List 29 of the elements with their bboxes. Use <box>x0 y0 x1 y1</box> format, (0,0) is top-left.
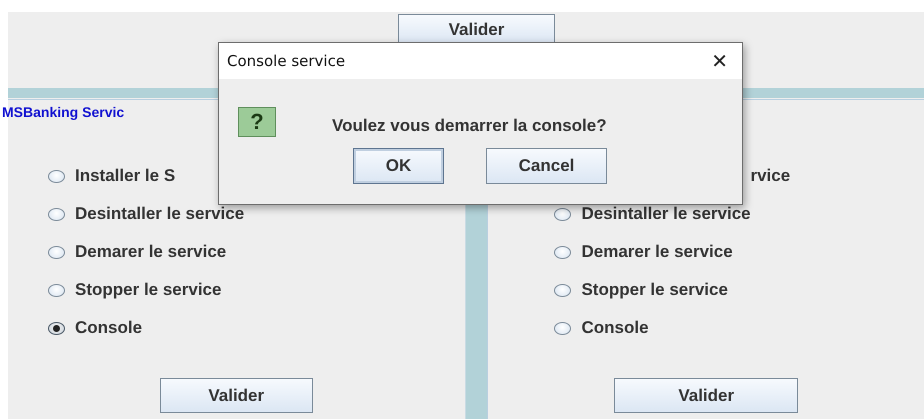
option-label: Desintaller le service <box>75 204 244 224</box>
option-label: Installer le S <box>75 166 176 186</box>
validate-button[interactable]: Valider <box>398 14 555 45</box>
validate-button[interactable]: Valider <box>614 378 798 413</box>
validate-button[interactable]: Valider <box>160 378 313 413</box>
option-label: Stopper le service <box>581 280 728 300</box>
dialog-button[interactable]: Cancel <box>486 148 607 184</box>
option-label: Console <box>581 318 649 338</box>
radio-button[interactable] <box>48 246 65 258</box>
radio-button[interactable] <box>48 208 65 220</box>
radio-button[interactable] <box>48 170 65 182</box>
option-label: rvice <box>750 166 790 186</box>
option-label: Desintaller le service <box>581 204 751 224</box>
radio-button[interactable] <box>554 246 572 258</box>
dialog-message: Voulez vous demarrer la console? <box>332 116 607 136</box>
close-button[interactable]: ✕ <box>707 49 732 73</box>
radio-button[interactable] <box>48 284 65 296</box>
option-label: Stopper le service <box>75 280 222 300</box>
radio-button[interactable] <box>554 322 572 334</box>
radio-button[interactable] <box>48 322 65 334</box>
dialog-button[interactable]: OK <box>353 148 444 184</box>
option-label: Demarer le service <box>75 242 226 262</box>
question-icon: ? <box>238 107 276 137</box>
radio-button[interactable] <box>554 284 572 296</box>
option-label: Demarer le service <box>581 242 733 262</box>
radio-button[interactable] <box>554 208 572 220</box>
dialog-title: Console service <box>227 52 346 70</box>
option-label: Console <box>75 318 142 338</box>
panel-title: MSBanking Servic <box>2 104 124 120</box>
